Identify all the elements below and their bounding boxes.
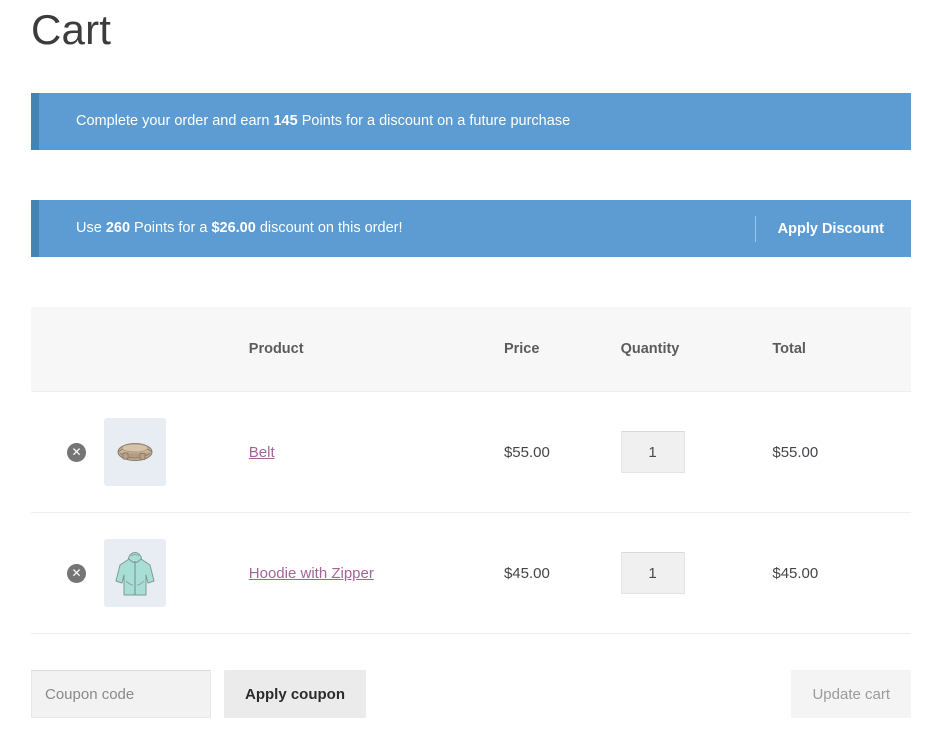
- apply-coupon-button[interactable]: Apply coupon: [224, 670, 366, 718]
- remove-circle-icon[interactable]: ✕: [67, 443, 86, 462]
- column-header-quantity: Quantity: [621, 307, 773, 392]
- column-header-price: Price: [504, 307, 621, 392]
- cart-page: Cart Complete your order and earn 145 Po…: [0, 0, 950, 724]
- cart-table: Product Price Quantity Total ✕: [31, 307, 911, 754]
- column-header-remove: [31, 307, 104, 392]
- page-title: Cart: [31, 6, 111, 54]
- cell-remove: ✕: [31, 392, 104, 513]
- cell-product-name: Belt: [249, 392, 504, 513]
- cell-quantity: 1: [621, 513, 773, 634]
- cart-actions-cell: Apply coupon Update cart: [31, 634, 911, 754]
- column-header-product: Product: [249, 307, 504, 392]
- points-earn-notice: Complete your order and earn 145 Points …: [31, 93, 911, 150]
- points-redeem-prefix: Use: [76, 220, 106, 236]
- cell-quantity: 1: [621, 392, 773, 513]
- points-earn-suffix: Points for a discount on a future purcha…: [298, 113, 570, 129]
- coupon-code-input[interactable]: [31, 670, 211, 718]
- cell-total: $55.00: [772, 392, 911, 513]
- quantity-stepper[interactable]: 1: [621, 552, 685, 594]
- quantity-stepper[interactable]: 1: [621, 431, 685, 473]
- cell-thumbnail: [104, 513, 249, 634]
- notice-divider: [755, 216, 756, 242]
- product-link[interactable]: Belt: [249, 444, 275, 461]
- points-earn-amount: 145: [273, 113, 297, 129]
- cell-price: $45.00: [504, 513, 621, 634]
- apply-discount-wrap: Apply Discount: [755, 200, 911, 257]
- cart-actions: Apply coupon Update cart: [31, 634, 911, 754]
- table-row: ✕: [31, 392, 911, 513]
- apply-discount-button[interactable]: Apply Discount: [778, 221, 898, 237]
- points-earn-prefix: Complete your order and earn: [76, 113, 273, 129]
- points-earn-notice-text: Complete your order and earn 145 Points …: [39, 111, 911, 131]
- column-header-thumbnail: [104, 307, 249, 392]
- cell-remove: ✕: [31, 513, 104, 634]
- points-redeem-suffix: discount on this order!: [256, 220, 403, 236]
- cell-total: $45.00: [772, 513, 911, 634]
- cart-table-header: Product Price Quantity Total: [31, 307, 911, 392]
- cell-thumbnail: [104, 392, 249, 513]
- remove-circle-icon[interactable]: ✕: [67, 564, 86, 583]
- update-cart-button[interactable]: Update cart: [791, 670, 911, 718]
- points-redeem-notice-text: Use 260 Points for a $26.00 discount on …: [39, 218, 755, 238]
- column-header-total: Total: [772, 307, 911, 392]
- cart-actions-row: Apply coupon Update cart: [31, 634, 911, 754]
- points-redeem-points: 260: [106, 220, 130, 236]
- belt-product-image[interactable]: [104, 418, 166, 486]
- points-redeem-mid: Points for a: [130, 220, 211, 236]
- cell-price: $55.00: [504, 392, 621, 513]
- cell-product-name: Hoodie with Zipper: [249, 513, 504, 634]
- product-link[interactable]: Hoodie with Zipper: [249, 565, 374, 582]
- cart-table-body: ✕: [31, 392, 911, 754]
- table-row: ✕: [31, 513, 911, 634]
- points-redeem-notice: Use 260 Points for a $26.00 discount on …: [31, 200, 911, 257]
- hoodie-product-image[interactable]: [104, 539, 166, 607]
- points-redeem-value: $26.00: [211, 220, 255, 236]
- cart-header-row: Product Price Quantity Total: [31, 307, 911, 392]
